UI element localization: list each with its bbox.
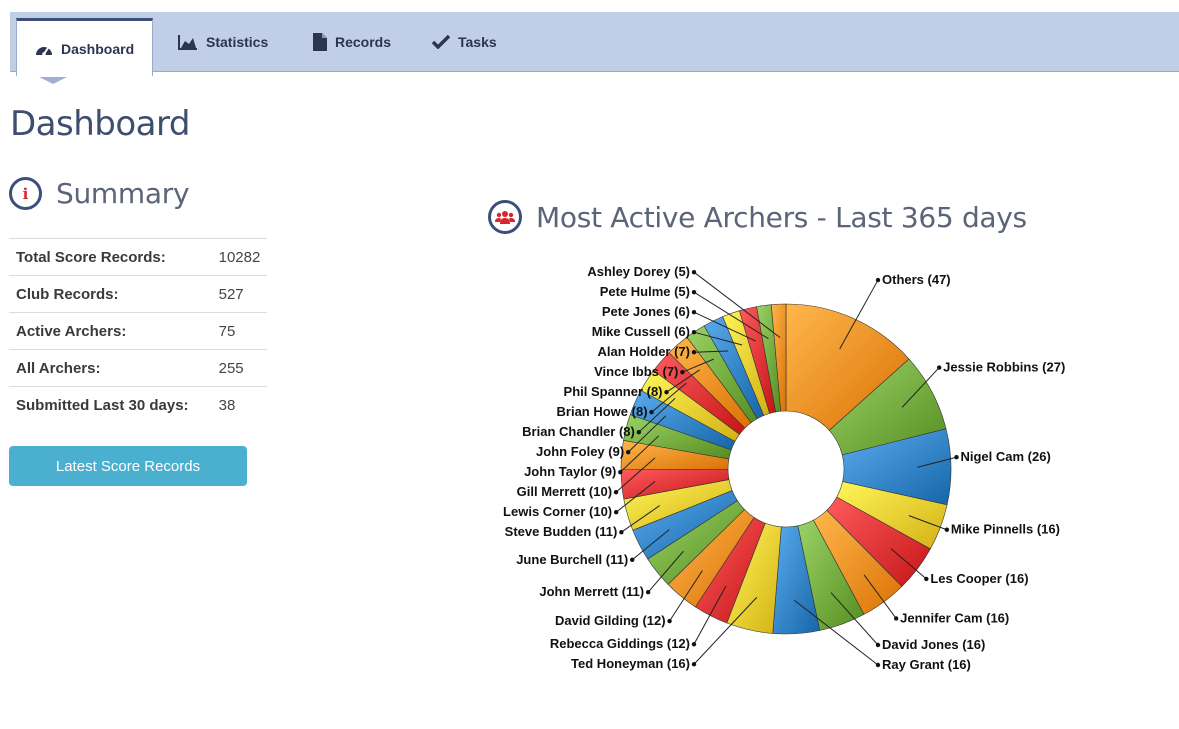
dashboard-gauge-icon <box>36 46 52 56</box>
leader-dot-ashley-dorey <box>691 269 697 275</box>
leader-dot-rebecca-giddings <box>691 642 697 647</box>
slice-label-phil-spanner: Phil Spanner (8) <box>564 384 663 399</box>
leader-dot-vince-ibbs <box>680 369 685 375</box>
leader-dot-david-gilding <box>667 618 672 624</box>
chart-header: Most Active Archers - Last 365 days <box>488 200 1027 234</box>
tab-tasks-label: Tasks <box>458 34 497 50</box>
check-icon <box>432 35 450 49</box>
table-row: Submitted Last 30 days: 38 <box>9 386 267 423</box>
leader-dot-pete-hulme <box>691 289 697 295</box>
slice-label-vince-ibbs: Vince Ibbs (7) <box>594 364 678 379</box>
slice-label-june-burchell: June Burchell (11) <box>516 552 628 567</box>
leader-dot-alan-holder <box>691 349 697 355</box>
page-title: Dashboard <box>10 104 190 144</box>
slice-label-gill-merrett: Gill Merrett (10) <box>517 484 612 499</box>
leader-dot-nigel-cam <box>954 455 959 460</box>
leader-dot-pete-jones <box>691 309 697 315</box>
leader-dot-ted-honeyman <box>691 662 697 667</box>
leader-dot-jennifer-cam <box>893 616 899 621</box>
slice-label-jessie-robbins: Jessie Robbins (27) <box>943 360 1065 375</box>
leader-dot-phil-spanner <box>664 389 669 395</box>
slice-label-ashley-dorey: Ashley Dorey (5) <box>587 264 690 279</box>
slice-label-john-taylor: John Taylor (9) <box>524 464 616 479</box>
slice-label-mike-pinnells: Mike Pinnells (16) <box>951 522 1060 537</box>
area-chart-icon <box>178 35 197 50</box>
slice-label-others: Others (47) <box>882 272 951 287</box>
table-row: Active Archers: 75 <box>9 312 267 350</box>
summary-value-club-records: 527 <box>214 275 267 313</box>
tab-dashboard[interactable]: Dashboard <box>16 18 154 84</box>
leader-dot-steve-budden <box>619 529 624 535</box>
slice-label-brian-chandler: Brian Chandler (8) <box>522 424 635 439</box>
file-icon <box>313 33 327 51</box>
leader-dot-brian-chandler <box>636 429 642 435</box>
summary-label-active-archers: Active Archers: <box>9 312 215 350</box>
info-icon: i <box>9 177 42 210</box>
summary-label-submitted-last-30-days: Submitted Last 30 days: <box>9 386 215 423</box>
leader-dot-brian-howe <box>649 409 654 415</box>
slice-label-david-jones: David Jones (16) <box>882 637 985 652</box>
leader-dot-gill-merrett <box>613 489 619 495</box>
summary-table: Total Score Records: 10282 Club Records:… <box>9 238 267 423</box>
slice-label-john-foley: John Foley (9) <box>536 444 624 459</box>
most-active-archers-donut-chart: Others (47) Jessie Robbins (27) Nigel Cam … <box>503 264 1065 672</box>
slice-label-steve-budden: Steve Budden (11) <box>505 524 618 539</box>
leader-dot-david-jones <box>875 642 881 648</box>
users-icon <box>488 200 522 234</box>
leader-dot-mike-cussell <box>691 329 697 335</box>
slice-label-mike-cussell: Mike Cussell (6) <box>592 324 690 339</box>
leader-dot-june-burchell <box>630 557 635 562</box>
table-row: Total Score Records: 10282 <box>9 238 267 276</box>
tab-dashboard-label: Dashboard <box>61 40 135 57</box>
slice-label-alan-holder: Alan Holder (7) <box>598 344 690 359</box>
slice-label-pete-hulme: Pete Hulme (5) <box>600 284 690 299</box>
leader-dot-ray-grant <box>875 662 881 668</box>
slice-label-jennifer-cam: Jennifer Cam (16) <box>900 610 1009 625</box>
main-tab-bar: Dashboard Statistics Records Tasks <box>10 12 1179 84</box>
leader-dot-john-merrett <box>645 590 651 595</box>
table-row: Club Records: 527 <box>9 275 267 313</box>
summary-label-total-score-records: Total Score Records: <box>9 238 215 276</box>
tab-statistics[interactable]: Statistics <box>178 12 268 72</box>
tab-statistics-label: Statistics <box>206 34 269 50</box>
summary-header: i Summary <box>9 177 190 210</box>
summary-value-all-archers: 255 <box>214 349 267 387</box>
leader-dot-jessie-robbins <box>936 365 942 370</box>
summary-title: Summary <box>56 177 190 210</box>
leader-dot-les-cooper <box>924 576 929 582</box>
summary-value-total-score-records: 10282 <box>214 238 267 276</box>
active-tab-caret <box>39 77 67 84</box>
leader-dot-john-taylor <box>618 469 623 475</box>
leader-dot-john-foley <box>625 449 631 455</box>
slice-label-rebecca-giddings: Rebecca Giddings (12) <box>550 636 690 651</box>
slice-label-les-cooper: Les Cooper (16) <box>930 571 1028 586</box>
summary-label-club-records: Club Records: <box>9 275 215 313</box>
slice-label-ray-grant: Ray Grant (16) <box>882 657 971 672</box>
tab-tasks[interactable]: Tasks <box>432 12 497 72</box>
latest-score-records-button[interactable]: Latest Score Records <box>9 446 247 486</box>
leader-dot-others <box>875 277 881 283</box>
slice-label-lewis-corner: Lewis Corner (10) <box>503 504 612 519</box>
leader-dot-mike-pinnells <box>944 527 950 532</box>
summary-label-all-archers: All Archers: <box>9 349 215 387</box>
slice-label-ted-honeyman: Ted Honeyman (16) <box>571 656 690 671</box>
leader-dot-lewis-corner <box>613 509 619 515</box>
slice-label-pete-jones: Pete Jones (6) <box>602 304 690 319</box>
chart-title: Most Active Archers - Last 365 days <box>536 200 1027 234</box>
slice-label-nigel-cam: Nigel Cam (26) <box>960 449 1050 464</box>
tab-records-label: Records <box>335 34 392 50</box>
table-row: All Archers: 255 <box>9 349 267 387</box>
slice-label-brian-howe: Brian Howe (8) <box>557 404 648 419</box>
summary-value-active-archers: 75 <box>214 312 267 350</box>
slice-label-john-merrett: John Merrett (11) <box>539 584 644 599</box>
tab-records[interactable]: Records <box>313 12 391 72</box>
summary-value-submitted-last-30-days: 38 <box>214 386 267 423</box>
slice-label-david-gilding: David Gilding (12) <box>555 613 666 628</box>
